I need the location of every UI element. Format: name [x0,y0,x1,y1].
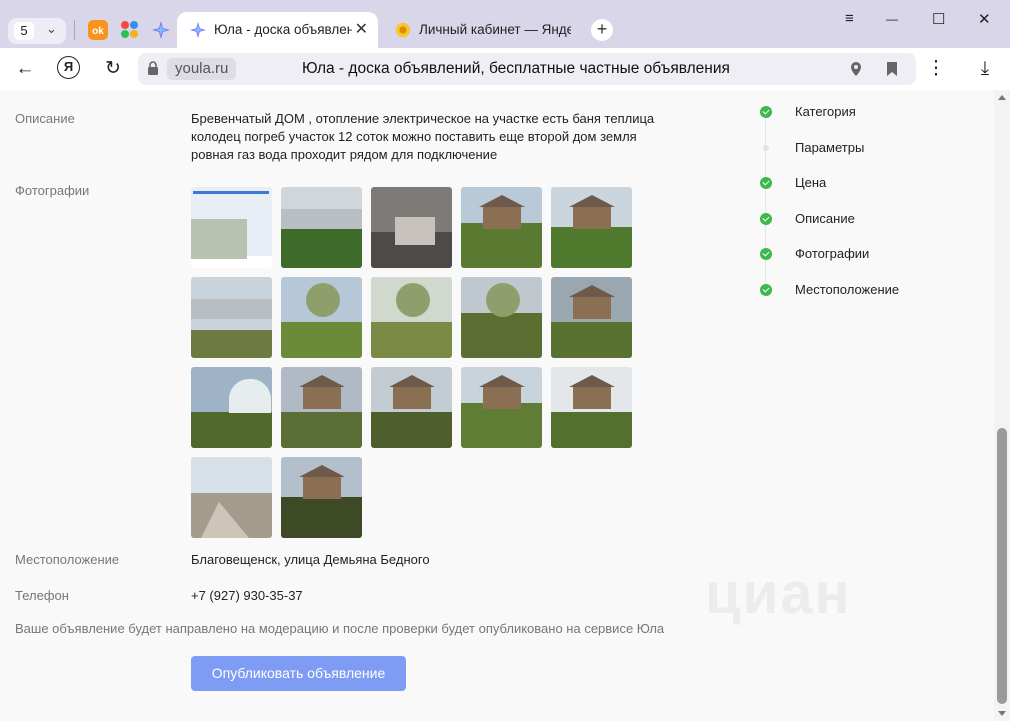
check-circle-icon [760,248,772,260]
step-label: Цена [795,175,827,190]
photo-thumbnail[interactable] [281,367,362,448]
check-circle-icon [760,213,772,225]
step-label: Описание [795,211,855,226]
domain-label[interactable]: youla.ru [167,58,237,80]
photo-thumbnail[interactable] [191,367,272,448]
location-pin-icon[interactable] [848,61,864,77]
step-item[interactable]: Фотографии [760,245,960,263]
photo-thumbnail[interactable] [461,277,542,358]
check-circle-icon [760,284,772,296]
odnoklassniki-icon: ok [92,26,104,37]
step-item[interactable]: Цена [760,174,960,192]
close-tab-icon[interactable]: ✕ [355,19,368,39]
phone-value: +7 (927) 930-35-37 [191,588,303,603]
menu-icon[interactable]: ≡ [845,10,854,27]
photo-thumbnail[interactable] [191,457,272,538]
address-bar[interactable]: youla.ru Юла - доска объявлений, бесплат… [138,53,916,85]
photo-thumbnail[interactable] [371,367,452,448]
tab-counter-button[interactable]: 5 ⌄ [8,18,66,44]
location-label: Местоположение [15,552,120,567]
step-item[interactable]: Местоположение [760,281,960,299]
scroll-up-arrow-icon[interactable] [998,95,1006,100]
alice-star-icon [152,21,170,39]
maximize-icon[interactable]: ☐ [932,10,945,28]
moderation-notice: Ваше объявление будет направлено на моде… [15,621,665,636]
publish-button[interactable]: Опубликовать объявление [191,656,406,691]
photo-thumbnail[interactable] [371,277,452,358]
close-window-icon[interactable]: ✕ [978,10,991,28]
minimize-icon[interactable]: — [886,12,898,26]
yandex-coin-icon [395,22,411,38]
description-line: колодец погреб участок 12 соток можно по… [191,129,637,144]
photo-thumbnail[interactable] [461,367,542,448]
page-content: циан Описание Бревенчатый ДОМ , отоплени… [0,90,1010,721]
alice-star-icon [189,21,207,39]
step-label: Местоположение [795,282,900,297]
photo-thumbnail[interactable] [461,187,542,268]
scroll-down-arrow-icon[interactable] [998,711,1006,716]
photo-thumbnail[interactable] [551,367,632,448]
tab-strip: 5 ⌄ ok Юла - доска объявлений ✕ Личный к… [0,0,1010,48]
address-toolbar: ← Я ↻ youla.ru Юла - доска объявлений, б… [0,48,1010,90]
phone-label: Телефон [15,588,69,603]
tab-youla[interactable]: Юла - доска объявлений ✕ [177,12,378,48]
yandex-icon[interactable]: Я [57,56,80,79]
photo-thumbnail[interactable] [191,277,272,358]
more-icon[interactable]: ⋮ [924,57,948,81]
check-circle-icon [760,177,772,189]
bookmark-icon[interactable] [884,61,900,77]
odnoklassniki-pinned-tab[interactable]: ok [88,20,108,40]
photo-thumbnail[interactable] [551,187,632,268]
back-icon[interactable]: ← [13,57,37,81]
page-title: Юла - доска объявлений, бесплатные частн… [302,60,730,77]
lock-icon [148,61,158,75]
photo-thumbnail[interactable] [281,187,362,268]
new-tab-button[interactable]: + [591,19,613,41]
pending-dot-icon [763,145,769,151]
check-circle-icon [760,106,772,118]
apps-pinned-tab[interactable] [120,20,140,40]
reload-icon[interactable]: ↻ [101,57,125,81]
photo-thumbnail[interactable] [281,277,362,358]
step-label: Фотографии [795,246,870,261]
tab-title: Личный кабинет — Яндекс [419,22,571,37]
scrollbar-thumb[interactable] [997,428,1007,704]
description-line: ровная газ вода проходит рядом для подкл… [191,147,498,162]
photo-thumbnail[interactable] [551,277,632,358]
location-value: Благовещенск, улица Демьяна Бедного [191,552,430,567]
scrollbar[interactable] [994,90,1010,721]
tab-title: Юла - доска объявлений [214,22,352,37]
download-icon[interactable]: ⤓ [973,57,997,81]
step-label: Категория [795,104,856,119]
photo-thumbnail[interactable] [191,187,272,268]
photo-thumbnail[interactable] [281,457,362,538]
description-label: Описание [15,111,75,126]
photo-thumbnail[interactable] [371,187,452,268]
tab-yandex-cabinet[interactable]: Личный кабинет — Яндекс [382,12,577,48]
description-line: Бревенчатый ДОМ , отопление электрическо… [191,111,655,126]
step-item[interactable]: Описание [760,210,960,228]
chevron-down-icon: ⌄ [46,21,57,36]
cian-watermark: циан [705,561,852,626]
photos-label: Фотографии [15,183,90,198]
alice-pinned-tab[interactable] [151,20,171,40]
tab-count: 5 [14,22,34,40]
step-label: Параметры [795,140,865,155]
step-item[interactable]: Категория [760,103,960,121]
step-item[interactable]: Параметры [760,139,960,157]
divider [74,20,75,40]
